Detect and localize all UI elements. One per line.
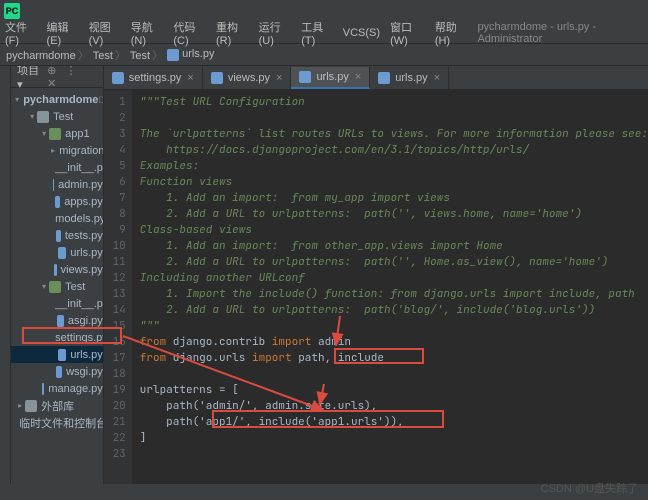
code-line[interactable] bbox=[140, 366, 648, 382]
code-line[interactable]: from django.contrib import admin bbox=[140, 334, 648, 350]
tree-node[interactable]: ▾Test bbox=[11, 278, 103, 295]
breadcrumb-item[interactable]: Test bbox=[130, 47, 165, 63]
code-line[interactable]: urlpatterns = [ bbox=[140, 382, 648, 398]
menu-item[interactable]: 文件(F) bbox=[0, 19, 42, 47]
tree-node[interactable]: 临时文件和控制台 bbox=[11, 414, 103, 431]
project-title: 项目 ▾ bbox=[17, 66, 47, 91]
code-line[interactable]: The `urlpatterns` list routes URLs to vi… bbox=[140, 126, 648, 142]
tree-node[interactable]: ▸migrations bbox=[11, 142, 103, 159]
window-title: pycharmdome - urls.py - Administrator bbox=[472, 21, 648, 45]
project-header[interactable]: 项目 ▾ ⊕ ⋮ ✕ bbox=[11, 66, 103, 88]
code-line[interactable]: 1. Add an import: from other_app.views i… bbox=[140, 238, 648, 254]
code-line[interactable]: Including another URLconf bbox=[140, 270, 648, 286]
project-header-icons[interactable]: ⊕ ⋮ ✕ bbox=[47, 66, 97, 90]
code-line[interactable]: 1. Import the include() function: from d… bbox=[140, 286, 648, 302]
tree-node[interactable]: asgi.py bbox=[11, 312, 103, 329]
editor-tabs[interactable]: settings.py×views.py×urls.py×urls.py× bbox=[104, 66, 648, 90]
menu-item[interactable]: 帮助(H) bbox=[430, 19, 473, 47]
project-tree[interactable]: ▾pycharmdome D:\pycharmdome▾Test▾app1▸mi… bbox=[11, 88, 103, 434]
code-line[interactable]: 2. Add a URL to urlpatterns: path('', Ho… bbox=[140, 254, 648, 270]
tree-node[interactable]: settings.py bbox=[11, 329, 103, 346]
code-line[interactable]: https://docs.djangoproject.com/en/3.1/to… bbox=[140, 142, 648, 158]
menu-item[interactable]: 编辑(E) bbox=[42, 19, 84, 47]
code-line[interactable]: 2. Add a URL to urlpatterns: path('', vi… bbox=[140, 206, 648, 222]
tree-node[interactable]: __init__.py bbox=[11, 295, 103, 312]
tree-node[interactable]: urls.py bbox=[11, 244, 103, 261]
tree-node[interactable]: wsgi.py bbox=[11, 363, 103, 380]
menu-item[interactable]: 导航(N) bbox=[126, 19, 169, 47]
tree-root[interactable]: ▾pycharmdome D:\pycharmdome bbox=[11, 91, 103, 108]
menu-item[interactable]: 视图(V) bbox=[84, 19, 126, 47]
menu-item[interactable]: 代码(C) bbox=[168, 19, 211, 47]
code-line[interactable]: 2. Add a URL to urlpatterns: path('blog/… bbox=[140, 302, 648, 318]
project-tool-tab[interactable] bbox=[0, 66, 11, 484]
app-logo: PC bbox=[4, 3, 20, 19]
tree-node[interactable]: __init__.py bbox=[11, 159, 103, 176]
code-line[interactable]: """ bbox=[140, 318, 648, 334]
tree-node[interactable]: urls.py bbox=[11, 346, 103, 363]
tree-node[interactable]: tests.py bbox=[11, 227, 103, 244]
code-line[interactable]: 1. Add an import: from my_app import vie… bbox=[140, 190, 648, 206]
tree-node[interactable]: admin.py bbox=[11, 176, 103, 193]
watermark: CSDN @U盘失踪了 bbox=[541, 480, 638, 496]
code-line[interactable]: path('app1/', include('app1.urls')), bbox=[140, 414, 648, 430]
code-line[interactable] bbox=[140, 110, 648, 126]
menu-item[interactable]: 重构(R) bbox=[211, 19, 254, 47]
breadcrumb-item[interactable]: Test bbox=[93, 47, 128, 63]
breadcrumb-bar: pycharmdomeTestTesturls.py bbox=[0, 44, 648, 66]
tree-node[interactable]: models.py bbox=[11, 210, 103, 227]
menu-item[interactable]: VCS(S) bbox=[338, 27, 385, 39]
code-content[interactable]: """Test URL Configuration The `urlpattern… bbox=[132, 90, 648, 484]
code-line[interactable]: path('admin/', admin.site.urls), bbox=[140, 398, 648, 414]
project-panel: 项目 ▾ ⊕ ⋮ ✕ ▾pycharmdome D:\pycharmdome▾T… bbox=[11, 66, 104, 484]
breadcrumb-item[interactable]: pycharmdome bbox=[6, 47, 91, 63]
menu-item[interactable]: 运行(U) bbox=[254, 19, 297, 47]
editor-tab[interactable]: urls.py× bbox=[370, 67, 449, 89]
line-gutter: 1234567891011121314151617181920212223 bbox=[104, 90, 132, 484]
tree-node[interactable]: ▾Test bbox=[11, 108, 103, 125]
tree-node[interactable]: ▸外部库 bbox=[11, 397, 103, 414]
menubar[interactable]: 文件(F)编辑(E)视图(V)导航(N)代码(C)重构(R)运行(U)工具(T)… bbox=[0, 22, 648, 44]
tree-node[interactable]: views.py bbox=[11, 261, 103, 278]
tree-node[interactable]: apps.py bbox=[11, 193, 103, 210]
code-line[interactable]: Examples: bbox=[140, 158, 648, 174]
code-line[interactable] bbox=[140, 446, 648, 462]
breadcrumb-file[interactable]: urls.py bbox=[167, 48, 214, 60]
tree-node[interactable]: ▾app1 bbox=[11, 125, 103, 142]
editor-tab[interactable]: views.py× bbox=[203, 67, 292, 89]
tree-node[interactable]: manage.py bbox=[11, 380, 103, 397]
code-line[interactable]: Class-based views bbox=[140, 222, 648, 238]
code-line[interactable]: Function views bbox=[140, 174, 648, 190]
editor-tab[interactable]: urls.py× bbox=[291, 67, 370, 89]
code-line[interactable]: ] bbox=[140, 430, 648, 446]
editor-tab[interactable]: settings.py× bbox=[104, 67, 203, 89]
code-editor[interactable]: 1234567891011121314151617181920212223 ""… bbox=[104, 90, 648, 484]
code-line[interactable]: """Test URL Configuration bbox=[140, 94, 648, 110]
code-line[interactable]: from django.urls import path, include bbox=[140, 350, 648, 366]
menu-item[interactable]: 窗口(W) bbox=[385, 19, 430, 47]
menu-item[interactable]: 工具(T) bbox=[296, 19, 338, 47]
